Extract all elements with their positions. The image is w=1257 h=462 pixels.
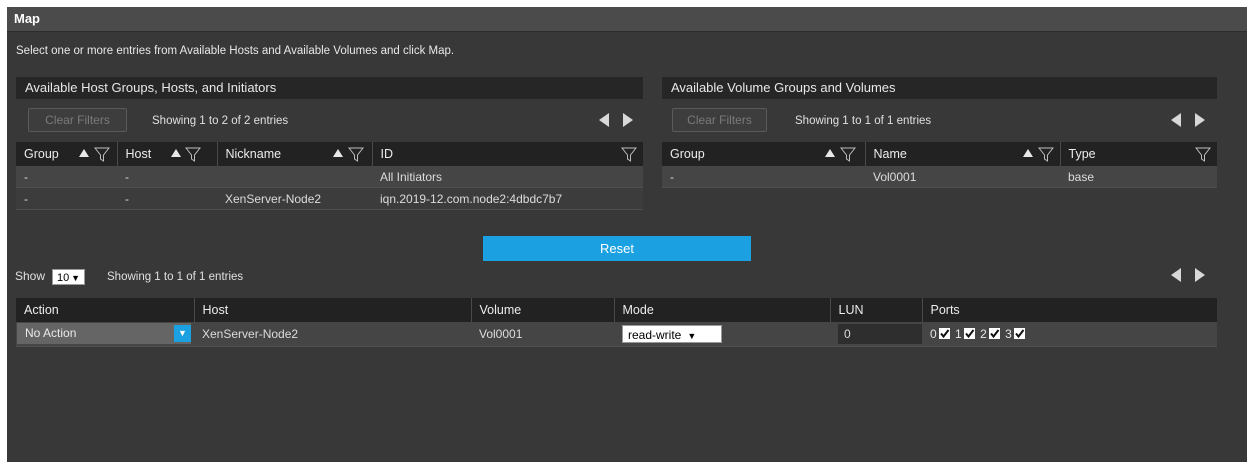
- checkmark-icon: [989, 329, 1000, 339]
- id-cell: iqn.2019-12.com.node2:4dbdc7b7: [372, 187, 643, 210]
- nickname-cell: XenServer-Node2: [217, 187, 372, 210]
- port-3: 3: [1005, 327, 1025, 341]
- volume-name-cell: Vol0001: [865, 166, 1060, 188]
- volumes-showing-text: Showing 1 to 1 of 1 entries: [795, 115, 932, 127]
- panel-title: Map: [14, 11, 40, 26]
- table-row[interactable]: - Vol0001 base: [662, 166, 1217, 188]
- reset-button[interactable]: Reset: [483, 236, 751, 261]
- action-select-value: No Action: [25, 326, 77, 340]
- filter-icon[interactable]: [1037, 146, 1054, 162]
- mappings-table: Action Host Volume Mode LUN Ports No Act…: [16, 298, 1217, 347]
- mappings-pager: [1168, 266, 1210, 284]
- mappings-col-host: Host: [194, 298, 472, 322]
- lun-input[interactable]: 0: [838, 324, 922, 344]
- mappings-col-volume: Volume: [471, 298, 615, 322]
- page-size-select[interactable]: 10 ▼: [52, 269, 85, 285]
- filter-icon[interactable]: [620, 146, 637, 162]
- port-0: 0: [930, 327, 950, 341]
- volumes-col-group[interactable]: Group: [662, 142, 866, 166]
- volumes-next-page-icon[interactable]: [1190, 111, 1208, 129]
- host-group-cell: -: [16, 166, 117, 188]
- sort-asc-icon[interactable]: [78, 148, 90, 158]
- volume-type-cell: base: [1060, 166, 1217, 188]
- hosts-section-title: Available Host Groups, Hosts, and Initia…: [25, 80, 277, 95]
- hosts-col-host[interactable]: Host: [117, 142, 218, 166]
- hosts-showing-text: Showing 1 to 2 of 2 entries: [152, 115, 289, 127]
- volumes-col-name[interactable]: Name: [865, 142, 1061, 166]
- table-row[interactable]: - - XenServer-Node2 iqn.2019-12.com.node…: [16, 187, 643, 210]
- show-label: Show: [15, 269, 46, 283]
- id-cell: All Initiators: [372, 166, 643, 188]
- panel-titlebar: Map: [7, 7, 1247, 32]
- mappings-next-page-icon[interactable]: [1190, 266, 1208, 284]
- volumes-clear-filters-button[interactable]: Clear Filters: [672, 108, 767, 132]
- hosts-pager: [596, 111, 638, 129]
- nickname-cell: [217, 166, 372, 188]
- host-cell: -: [117, 166, 217, 188]
- volume-group-cell: -: [662, 166, 865, 188]
- sort-asc-icon[interactable]: [1022, 148, 1034, 158]
- mappings-col-ports: Ports: [922, 298, 1217, 322]
- volumes-table: Group Name Type - Vol0001 base: [662, 142, 1217, 188]
- host-group-cell: -: [16, 187, 117, 210]
- port-2: 2: [980, 327, 1000, 341]
- mode-cell: read-write ▼: [614, 322, 830, 347]
- filter-icon[interactable]: [840, 146, 856, 162]
- instructions-text: Select one or more entries from Availabl…: [16, 45, 455, 57]
- filter-icon[interactable]: [94, 146, 110, 162]
- table-row[interactable]: - - All Initiators: [16, 166, 643, 188]
- filter-icon[interactable]: [347, 146, 364, 162]
- volumes-pager: [1168, 111, 1210, 129]
- sort-asc-icon[interactable]: [824, 148, 836, 158]
- chevron-down-icon[interactable]: ▼: [174, 325, 191, 342]
- hosts-table: Group Host Nickname ID - - All Initiator…: [16, 142, 643, 210]
- volumes-section-header: Available Volume Groups and Volumes: [662, 77, 1217, 99]
- sort-asc-icon[interactable]: [170, 148, 182, 158]
- action-cell: No Action ▼: [16, 322, 194, 347]
- table-row: No Action ▼ XenServer-Node2 Vol0001 read…: [16, 322, 1217, 347]
- volumes-prev-page-icon[interactable]: [1168, 111, 1186, 129]
- chevron-down-icon: ▼: [71, 273, 80, 283]
- hosts-col-id[interactable]: ID: [372, 142, 643, 166]
- mappings-showing-text: Showing 1 to 1 of 1 entries: [107, 271, 244, 283]
- hosts-prev-page-icon[interactable]: [596, 111, 614, 129]
- mappings-col-lun: LUN: [830, 298, 923, 322]
- mappings-prev-page-icon[interactable]: [1168, 266, 1186, 284]
- ports-cell: 0 1 2 3: [922, 322, 1217, 347]
- action-select[interactable]: No Action ▼: [17, 323, 191, 344]
- lun-cell: 0: [830, 322, 922, 347]
- port-checkbox[interactable]: [938, 328, 950, 340]
- checkmark-icon: [1015, 329, 1025, 339]
- host-cell: -: [117, 187, 217, 210]
- hosts-col-group[interactable]: Group: [16, 142, 118, 166]
- page-size-value: 10: [57, 272, 70, 284]
- volumes-section-title: Available Volume Groups and Volumes: [671, 80, 896, 95]
- port-1: 1: [955, 327, 975, 341]
- hosts-col-nickname[interactable]: Nickname: [217, 142, 373, 166]
- filter-icon[interactable]: [184, 146, 201, 162]
- hosts-clear-filters-button[interactable]: Clear Filters: [28, 108, 127, 132]
- chevron-down-icon: ▼: [687, 331, 697, 341]
- hosts-section-header: Available Host Groups, Hosts, and Initia…: [16, 77, 643, 99]
- port-checkbox[interactable]: [988, 328, 1000, 340]
- volumes-col-type[interactable]: Type: [1060, 142, 1217, 166]
- mapping-host-cell: XenServer-Node2: [194, 322, 471, 347]
- sort-asc-icon[interactable]: [332, 148, 344, 158]
- port-checkbox[interactable]: [963, 328, 975, 340]
- mode-select-value: read-write: [628, 328, 682, 342]
- mappings-col-action: Action: [16, 298, 195, 322]
- mapping-volume-cell: Vol0001: [471, 322, 614, 347]
- checkmark-icon: [964, 329, 975, 339]
- checkmark-icon: [939, 329, 949, 339]
- hosts-next-page-icon[interactable]: [618, 111, 636, 129]
- filter-icon[interactable]: [1194, 146, 1211, 162]
- map-panel: Map Select one or more entries from Avai…: [7, 7, 1247, 462]
- mappings-col-mode: Mode: [614, 298, 831, 322]
- mode-select[interactable]: read-write ▼: [622, 325, 722, 343]
- port-checkbox[interactable]: [1013, 328, 1025, 340]
